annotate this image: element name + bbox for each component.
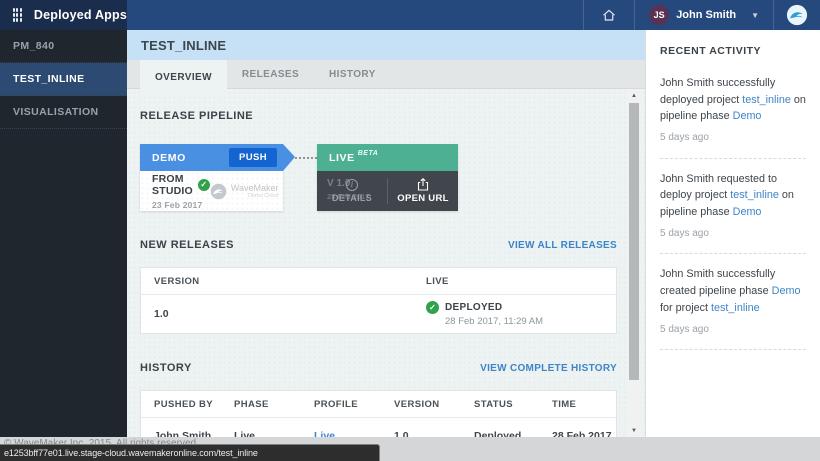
scrollbar-thumb[interactable] bbox=[629, 103, 639, 380]
topbar-right: JS John Smith ▼ bbox=[583, 0, 820, 30]
releases-header-row: VERSION LIVE bbox=[141, 268, 616, 295]
activity-time: 5 days ago bbox=[660, 322, 806, 338]
arrow-right-icon bbox=[283, 144, 295, 171]
activity-time: 5 days ago bbox=[660, 130, 806, 146]
col-time: TIME bbox=[552, 399, 616, 410]
release-row: 1.0 ✓ DEPLOYED 28 Feb 2017, 11:29 AM bbox=[141, 295, 616, 333]
push-button[interactable]: PUSH bbox=[229, 148, 277, 167]
project-link[interactable]: test_inline bbox=[742, 94, 791, 106]
apps-grid-icon[interactable] bbox=[13, 8, 22, 22]
wavemaker-logo bbox=[773, 0, 820, 30]
releases-table: VERSION LIVE 1.0 ✓ DEPLOYED 28 Feb 2017,… bbox=[140, 267, 617, 334]
watermark-sub: Demo Cloud bbox=[248, 193, 279, 199]
hist-time: 28 Feb 2017, bbox=[552, 430, 616, 437]
activity-time: 5 days ago bbox=[660, 226, 806, 242]
details-button[interactable]: i DETAILS bbox=[317, 179, 387, 203]
col-status: STATUS bbox=[474, 399, 552, 410]
phase-link[interactable]: Demo bbox=[772, 285, 801, 297]
tab-overview[interactable]: OVERVIEW bbox=[140, 60, 227, 95]
activity-text: John Smith successfully created pipeline… bbox=[660, 268, 775, 297]
from-studio-label: FROM STUDIO bbox=[152, 173, 193, 197]
history-table: PUSHED BY PHASE PROFILE VERSION STATUS T… bbox=[140, 390, 617, 437]
pipeline-connector bbox=[283, 144, 317, 171]
avatar: JS bbox=[649, 5, 669, 25]
scroll-down-arrow[interactable]: ▼ bbox=[628, 425, 640, 437]
hist-version: 1.0 bbox=[394, 430, 474, 437]
hist-status: Deployed bbox=[474, 430, 552, 437]
col-live: LIVE bbox=[426, 276, 616, 287]
recent-activity-heading: RECENT ACTIVITY bbox=[660, 45, 806, 57]
open-url-button[interactable]: OPEN URL bbox=[388, 178, 458, 204]
col-pushed-by: PUSHED BY bbox=[154, 399, 234, 410]
open-url-icon bbox=[417, 178, 429, 191]
sidebar-item-test-inline[interactable]: TEST_INLINE bbox=[0, 63, 127, 96]
chevron-down-icon: ▼ bbox=[751, 11, 759, 20]
live-phase-card: LIVE BETA V 1.0 28 Feb 2017 i DETAILS bbox=[317, 144, 458, 211]
recent-activity-panel: RECENT ACTIVITY John Smith successfully … bbox=[645, 30, 820, 437]
activity-item: John Smith successfully created pipeline… bbox=[660, 254, 806, 350]
info-icon: i bbox=[346, 179, 358, 191]
overview-content: RELEASE PIPELINE DEMO PUSH FROM STUDIO ✓… bbox=[127, 90, 645, 437]
demo-deploy-date: 23 Feb 2017 bbox=[152, 200, 210, 210]
top-bar: Deployed Apps JS John Smith ▼ bbox=[0, 0, 820, 30]
user-menu[interactable]: JS John Smith ▼ bbox=[634, 0, 773, 30]
release-version: 1.0 bbox=[154, 308, 426, 320]
deployed-check-icon: ✓ bbox=[426, 301, 439, 314]
project-link[interactable]: test_inline bbox=[711, 302, 760, 314]
watermark-name: WaveMaker bbox=[231, 183, 279, 193]
main-panel: TEST_INLINE OVERVIEW RELEASES HISTORY RE… bbox=[127, 30, 645, 437]
app-brand: Deployed Apps bbox=[0, 0, 127, 30]
page-title: TEST_INLINE bbox=[127, 30, 645, 60]
user-name: John Smith bbox=[676, 9, 736, 21]
history-heading: HISTORY bbox=[140, 362, 192, 374]
activity-text: for project bbox=[660, 302, 711, 314]
history-header-row: PUSHED BY PHASE PROFILE VERSION STATUS T… bbox=[141, 391, 616, 418]
activity-item: John Smith successfully deployed project… bbox=[660, 63, 806, 159]
sidebar-item-pm-840[interactable]: PM_840 bbox=[0, 30, 127, 63]
new-releases-heading: NEW RELEASES bbox=[140, 239, 234, 251]
demo-phase-name: DEMO bbox=[152, 152, 186, 164]
hist-pushed-by: John Smith bbox=[154, 430, 234, 437]
col-profile: PROFILE bbox=[314, 399, 394, 410]
status-url-bar: e1253bff77e01.live.stage-cloud.wavemaker… bbox=[0, 444, 380, 461]
demo-phase-card: DEMO PUSH FROM STUDIO ✓ 23 Feb 2017 bbox=[140, 144, 283, 211]
col-phase: PHASE bbox=[234, 399, 314, 410]
vertical-scrollbar[interactable]: ▲ ▼ bbox=[628, 90, 640, 437]
tab-releases[interactable]: RELEASES bbox=[227, 60, 314, 88]
wave-logo-icon bbox=[786, 4, 808, 26]
release-pipeline: DEMO PUSH FROM STUDIO ✓ 23 Feb 2017 bbox=[140, 144, 617, 211]
history-row: John Smith Live Live 1.0 Deployed 28 Feb… bbox=[141, 418, 616, 437]
beta-badge: BETA bbox=[358, 150, 379, 157]
view-complete-history-link[interactable]: VIEW COMPLETE HISTORY bbox=[480, 363, 617, 374]
hist-profile-link[interactable]: Live bbox=[314, 430, 394, 437]
deployed-time: 28 Feb 2017, 11:29 AM bbox=[445, 316, 543, 327]
tab-history[interactable]: HISTORY bbox=[314, 60, 391, 88]
scroll-up-arrow[interactable]: ▲ bbox=[628, 90, 640, 102]
col-version: VERSION bbox=[394, 399, 474, 410]
phase-link[interactable]: Demo bbox=[733, 206, 762, 218]
success-check-icon: ✓ bbox=[198, 179, 210, 191]
project-link[interactable]: test_inline bbox=[730, 189, 779, 201]
home-button[interactable] bbox=[583, 0, 634, 30]
open-url-label: OPEN URL bbox=[397, 193, 449, 204]
live-phase-name: LIVE bbox=[329, 152, 355, 164]
status-url-text: e1253bff77e01.live.stage-cloud.wavemaker… bbox=[4, 448, 258, 458]
hist-phase: Live bbox=[234, 430, 314, 437]
sidebar-item-visualisation[interactable]: VISUALISATION bbox=[0, 96, 127, 129]
phase-link[interactable]: Demo bbox=[733, 110, 762, 122]
activity-item: John Smith requested to deploy project t… bbox=[660, 159, 806, 255]
details-label: DETAILS bbox=[332, 193, 372, 203]
wavemaker-watermark: WaveMaker Demo Cloud bbox=[210, 183, 279, 200]
tab-bar: OVERVIEW RELEASES HISTORY bbox=[127, 60, 645, 89]
view-all-releases-link[interactable]: VIEW ALL RELEASES bbox=[508, 240, 617, 251]
app-title: Deployed Apps bbox=[34, 8, 127, 22]
project-sidebar: PM_840 TEST_INLINE VISUALISATION bbox=[0, 30, 127, 437]
deployed-status: DEPLOYED bbox=[445, 302, 502, 313]
release-pipeline-heading: RELEASE PIPELINE bbox=[140, 110, 253, 122]
wave-watermark-icon bbox=[210, 183, 227, 200]
col-version: VERSION bbox=[154, 276, 426, 287]
home-icon bbox=[601, 7, 617, 23]
